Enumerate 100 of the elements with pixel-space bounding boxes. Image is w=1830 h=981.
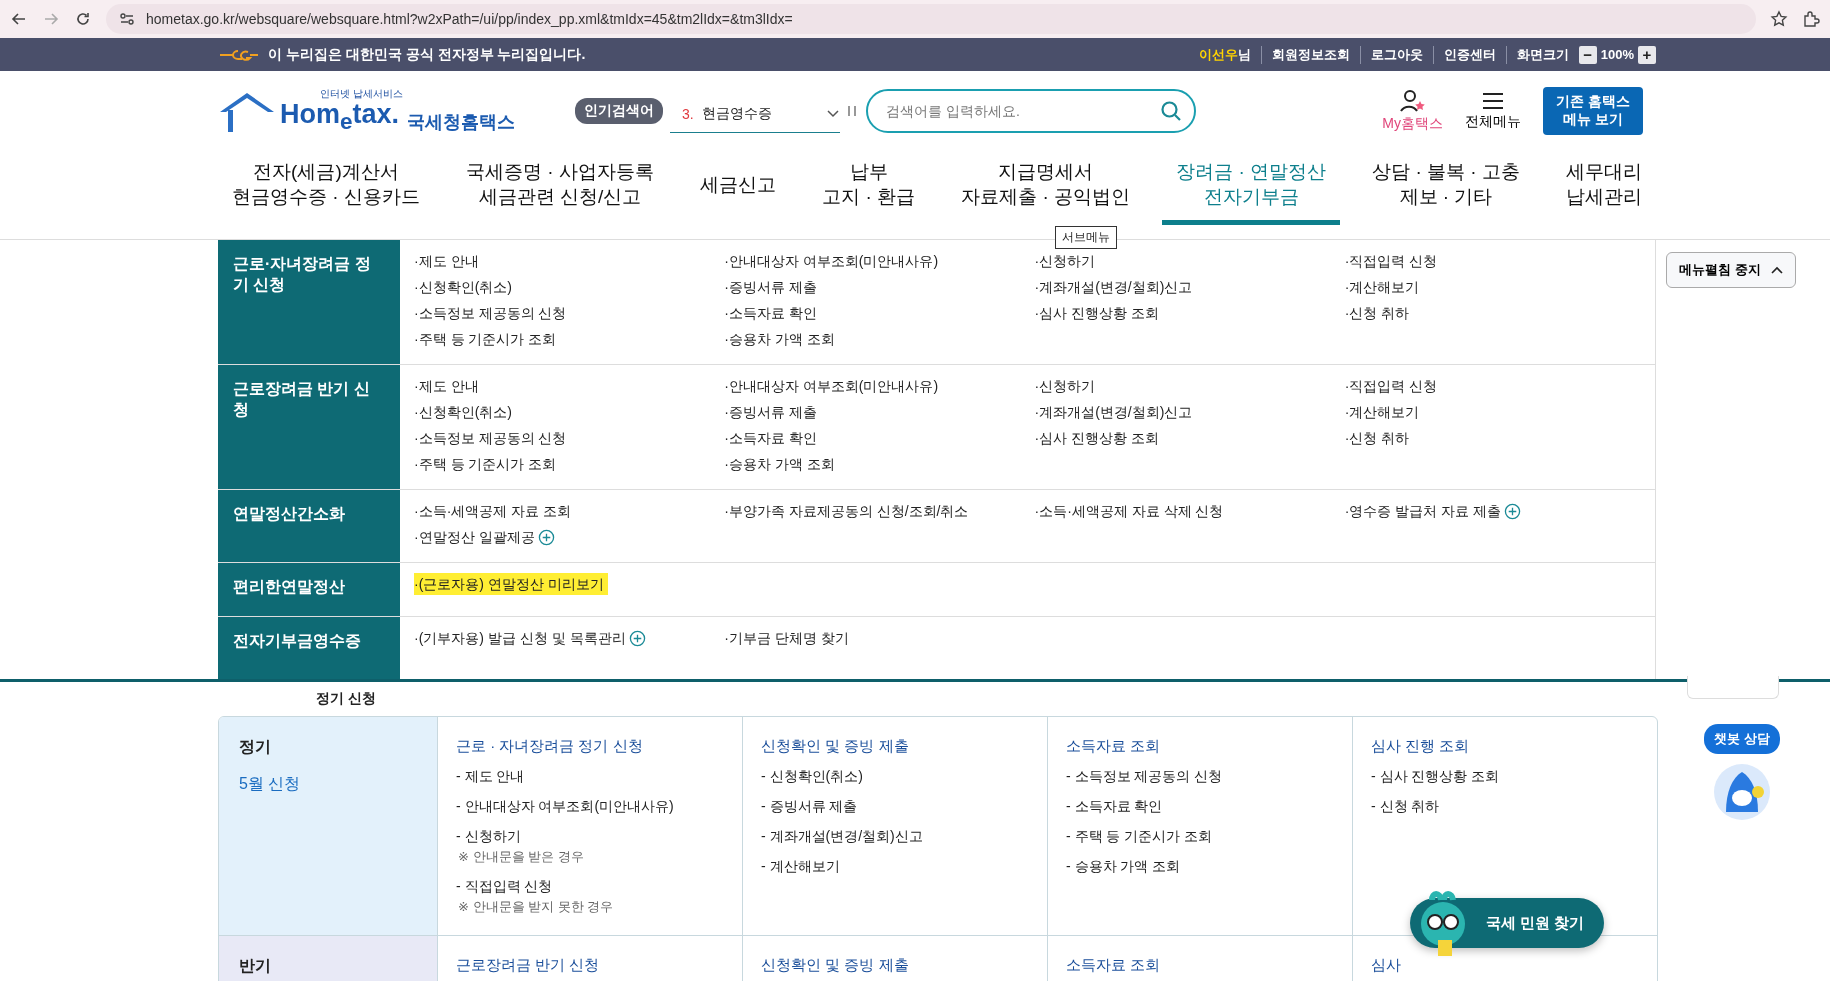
cell-heading[interactable]: 소득자료 조회 [1066, 737, 1334, 756]
chatbot-bubble[interactable]: 챗봇 상담 [1704, 724, 1780, 754]
menu-link[interactable]: ·(근로자용) 연말정산 미리보기 [414, 573, 608, 595]
menu-link[interactable]: ·소득·세액공제 자료 삭제 신청 [1034, 500, 1224, 522]
menu-link[interactable]: ·안내대상자 여부조회(미안내사유) [724, 250, 939, 272]
cell-heading[interactable]: 근로 · 자녀장려금 정기 신청 [456, 737, 724, 756]
menu-link[interactable]: ·증빙서류 제출 [724, 276, 817, 298]
menu-link[interactable]: ·소득·세액공제 자료 조회 [414, 500, 572, 522]
menu-link[interactable]: ·제도 안내 [414, 250, 479, 272]
search-field[interactable]: 검색어를 입력하세요. [866, 88, 1196, 133]
menu-link[interactable]: ·계좌개설(변경/철회)신고 [1034, 276, 1193, 298]
cell-link[interactable]: - 신청하기 [456, 828, 724, 846]
menu-link[interactable]: ·(기부자용) 발급 신청 및 목록관리 [414, 627, 626, 649]
cell-link[interactable]: - 소득자료 확인 [1066, 798, 1334, 816]
user-star-icon[interactable] [1398, 88, 1427, 113]
menu-link[interactable]: ·제도 안내 [414, 375, 479, 397]
menu-link[interactable]: ·기부금 단체명 찾기 [724, 627, 849, 649]
classic-menu-button[interactable]: 기존 홈택스 메뉴 보기 [1543, 86, 1643, 135]
nav-tab[interactable]: 세금신고 [686, 150, 790, 225]
my-hometax-button[interactable]: My홈택스 [1382, 88, 1443, 133]
cell-link[interactable]: - 증빙서류 제출 [761, 798, 1029, 816]
menu-link[interactable]: ·영수증 발급처 자료 제출 [1344, 500, 1502, 522]
cell-heading[interactable]: 심사 [1371, 956, 1639, 975]
chatbot-mascot-icon[interactable] [1711, 762, 1772, 822]
menu-link[interactable]: ·증빙서류 제출 [724, 401, 817, 423]
menu-link[interactable]: ·주택 등 기준시가 조회 [414, 453, 557, 475]
cell-heading[interactable]: 소득자료 조회 [1066, 956, 1334, 975]
plus-icon[interactable] [628, 629, 646, 647]
menu-section-title: 근로장려금 반기 신청 [218, 365, 400, 489]
cell-heading[interactable]: 심사 진행 조회 [1371, 737, 1639, 756]
plus-icon[interactable] [1504, 502, 1522, 520]
menu-link[interactable]: ·신청하기 [1034, 250, 1096, 272]
menu-link[interactable]: ·승용차 가액 조회 [724, 328, 835, 350]
nav-tab[interactable]: 상담 · 불복 · 고충 제보 · 기타 [1358, 150, 1534, 225]
cell-link[interactable]: - 소득정보 제공동의 신청 [1066, 768, 1334, 786]
menu-link[interactable]: ·소득자료 확인 [724, 302, 817, 324]
menu-link[interactable]: ·직접입력 신청 [1344, 375, 1438, 397]
top-link[interactable]: 회원정보조회 [1260, 45, 1360, 64]
search-icon[interactable] [1160, 99, 1182, 122]
menu-link[interactable]: ·신청하기 [1034, 375, 1096, 397]
egov-logo-icon [218, 47, 260, 62]
cell-link[interactable]: - 심사 진행상황 조회 [1371, 768, 1639, 786]
cell-link[interactable]: - 제도 안내 [456, 768, 724, 786]
menu-link[interactable]: ·신청 취하 [1344, 302, 1410, 324]
menu-link[interactable]: ·소득정보 제공동의 신청 [414, 302, 567, 324]
menu-link[interactable]: ·연말정산 일괄제공 [414, 526, 535, 548]
cell-link[interactable]: - 직접입력 신청 [456, 878, 724, 896]
menu-link[interactable]: ·주택 등 기준시가 조회 [414, 328, 557, 350]
cell-link[interactable]: - 안내대상자 여부조회(미안내사유) [456, 798, 724, 816]
menu-link[interactable]: ·계산해보기 [1344, 276, 1420, 298]
address-bar[interactable]: hometax.go.kr/websquare/websquare.html?w2xPath=/ui/pp/index_pp.xml&tmIdx=45&tm2lIdx=&tm3lIdx= [106, 4, 1756, 34]
nav-tab[interactable]: 세무대리 납세관리 [1552, 150, 1656, 225]
nav-tab[interactable]: 지급명세서 자료제출 · 공익법인 [947, 150, 1144, 225]
menu-link[interactable]: ·안내대상자 여부조회(미안내사유) [724, 375, 939, 397]
cell-heading[interactable]: 근로장려금 반기 신청 [456, 956, 724, 975]
menu-link[interactable]: ·신청 취하 [1344, 427, 1410, 449]
cell-link[interactable]: - 계산해보기 [761, 858, 1029, 876]
menu-link[interactable]: ·신청확인(취소) [414, 276, 512, 298]
all-menu-button[interactable]: 전체메뉴 [1465, 90, 1521, 131]
cell-link[interactable]: - 신청 취하 [1371, 798, 1639, 816]
logo-wordmark[interactable]: Hom$_{e}$tax. [280, 101, 403, 134]
top-link[interactable]: 로그아웃 [1359, 45, 1433, 64]
chevron-down-icon[interactable] [826, 109, 840, 119]
cell-note: ※ 안내문을 받지 못한 경우 [457, 898, 615, 916]
cell-link[interactable]: - 신청확인(취소) [761, 768, 1029, 786]
popular-search-select[interactable]: 3. 현금영수증 [670, 96, 840, 133]
puzzle-icon[interactable] [1802, 10, 1820, 28]
menu-icon[interactable] [1481, 90, 1505, 111]
menu-link[interactable]: ·신청확인(취소) [414, 401, 512, 423]
collapse-menu-button[interactable]: 메뉴펼침 중지 [1666, 252, 1796, 288]
plus-icon[interactable] [537, 528, 555, 546]
star-icon[interactable] [1770, 10, 1788, 28]
logo-tagline: 인터넷 납세서비스 [320, 87, 403, 102]
menu-link[interactable]: ·계산해보기 [1344, 401, 1420, 423]
reload-icon[interactable] [74, 10, 92, 28]
chevron-up-icon[interactable] [1770, 266, 1783, 274]
zoom-in-button[interactable]: + [1638, 45, 1656, 64]
nav-tab[interactable]: 장려금 · 연말정산 전자기부금 [1162, 150, 1340, 225]
top-link[interactable]: 인증센터 [1432, 45, 1506, 64]
menu-link[interactable]: ·심사 진행상황 조회 [1034, 302, 1159, 324]
menu-link[interactable]: ·소득자료 확인 [724, 427, 817, 449]
pause-icon[interactable] [846, 103, 858, 118]
menu-link[interactable]: ·소득정보 제공동의 신청 [414, 427, 567, 449]
menu-link[interactable]: ·부양가족 자료제공동의 신청/조회/취소 [724, 500, 969, 522]
menu-link[interactable]: ·심사 진행상황 조회 [1034, 427, 1159, 449]
zoom-out-button[interactable]: − [1578, 45, 1597, 64]
cell-link[interactable]: - 계좌개설(변경/철회)신고 [761, 828, 1029, 846]
nav-tab[interactable]: 납부 고지 · 환급 [808, 150, 929, 225]
logo-name[interactable]: 국세청홈택스 [406, 109, 515, 134]
cell-heading[interactable]: 신청확인 및 증빙 제출 [761, 956, 1029, 975]
zoom-value: 100% [1599, 47, 1635, 62]
nav-tab[interactable]: 전자(세금)계산서 현금영수증 · 신용카드 [218, 150, 434, 225]
cell-heading[interactable]: 신청확인 및 증빙 제출 [761, 737, 1029, 756]
cell-link[interactable]: - 승용차 가액 조회 [1066, 858, 1334, 876]
menu-link[interactable]: ·직접입력 신청 [1344, 250, 1438, 272]
nav-tab[interactable]: 국세증명 · 사업자등록 세금관련 신청/신고 [452, 150, 668, 225]
menu-link[interactable]: ·계좌개설(변경/철회)신고 [1034, 401, 1193, 423]
site-info-icon[interactable] [118, 10, 136, 28]
cell-link[interactable]: - 주택 등 기준시가 조회 [1066, 828, 1334, 846]
menu-link[interactable]: ·승용차 가액 조회 [724, 453, 835, 475]
